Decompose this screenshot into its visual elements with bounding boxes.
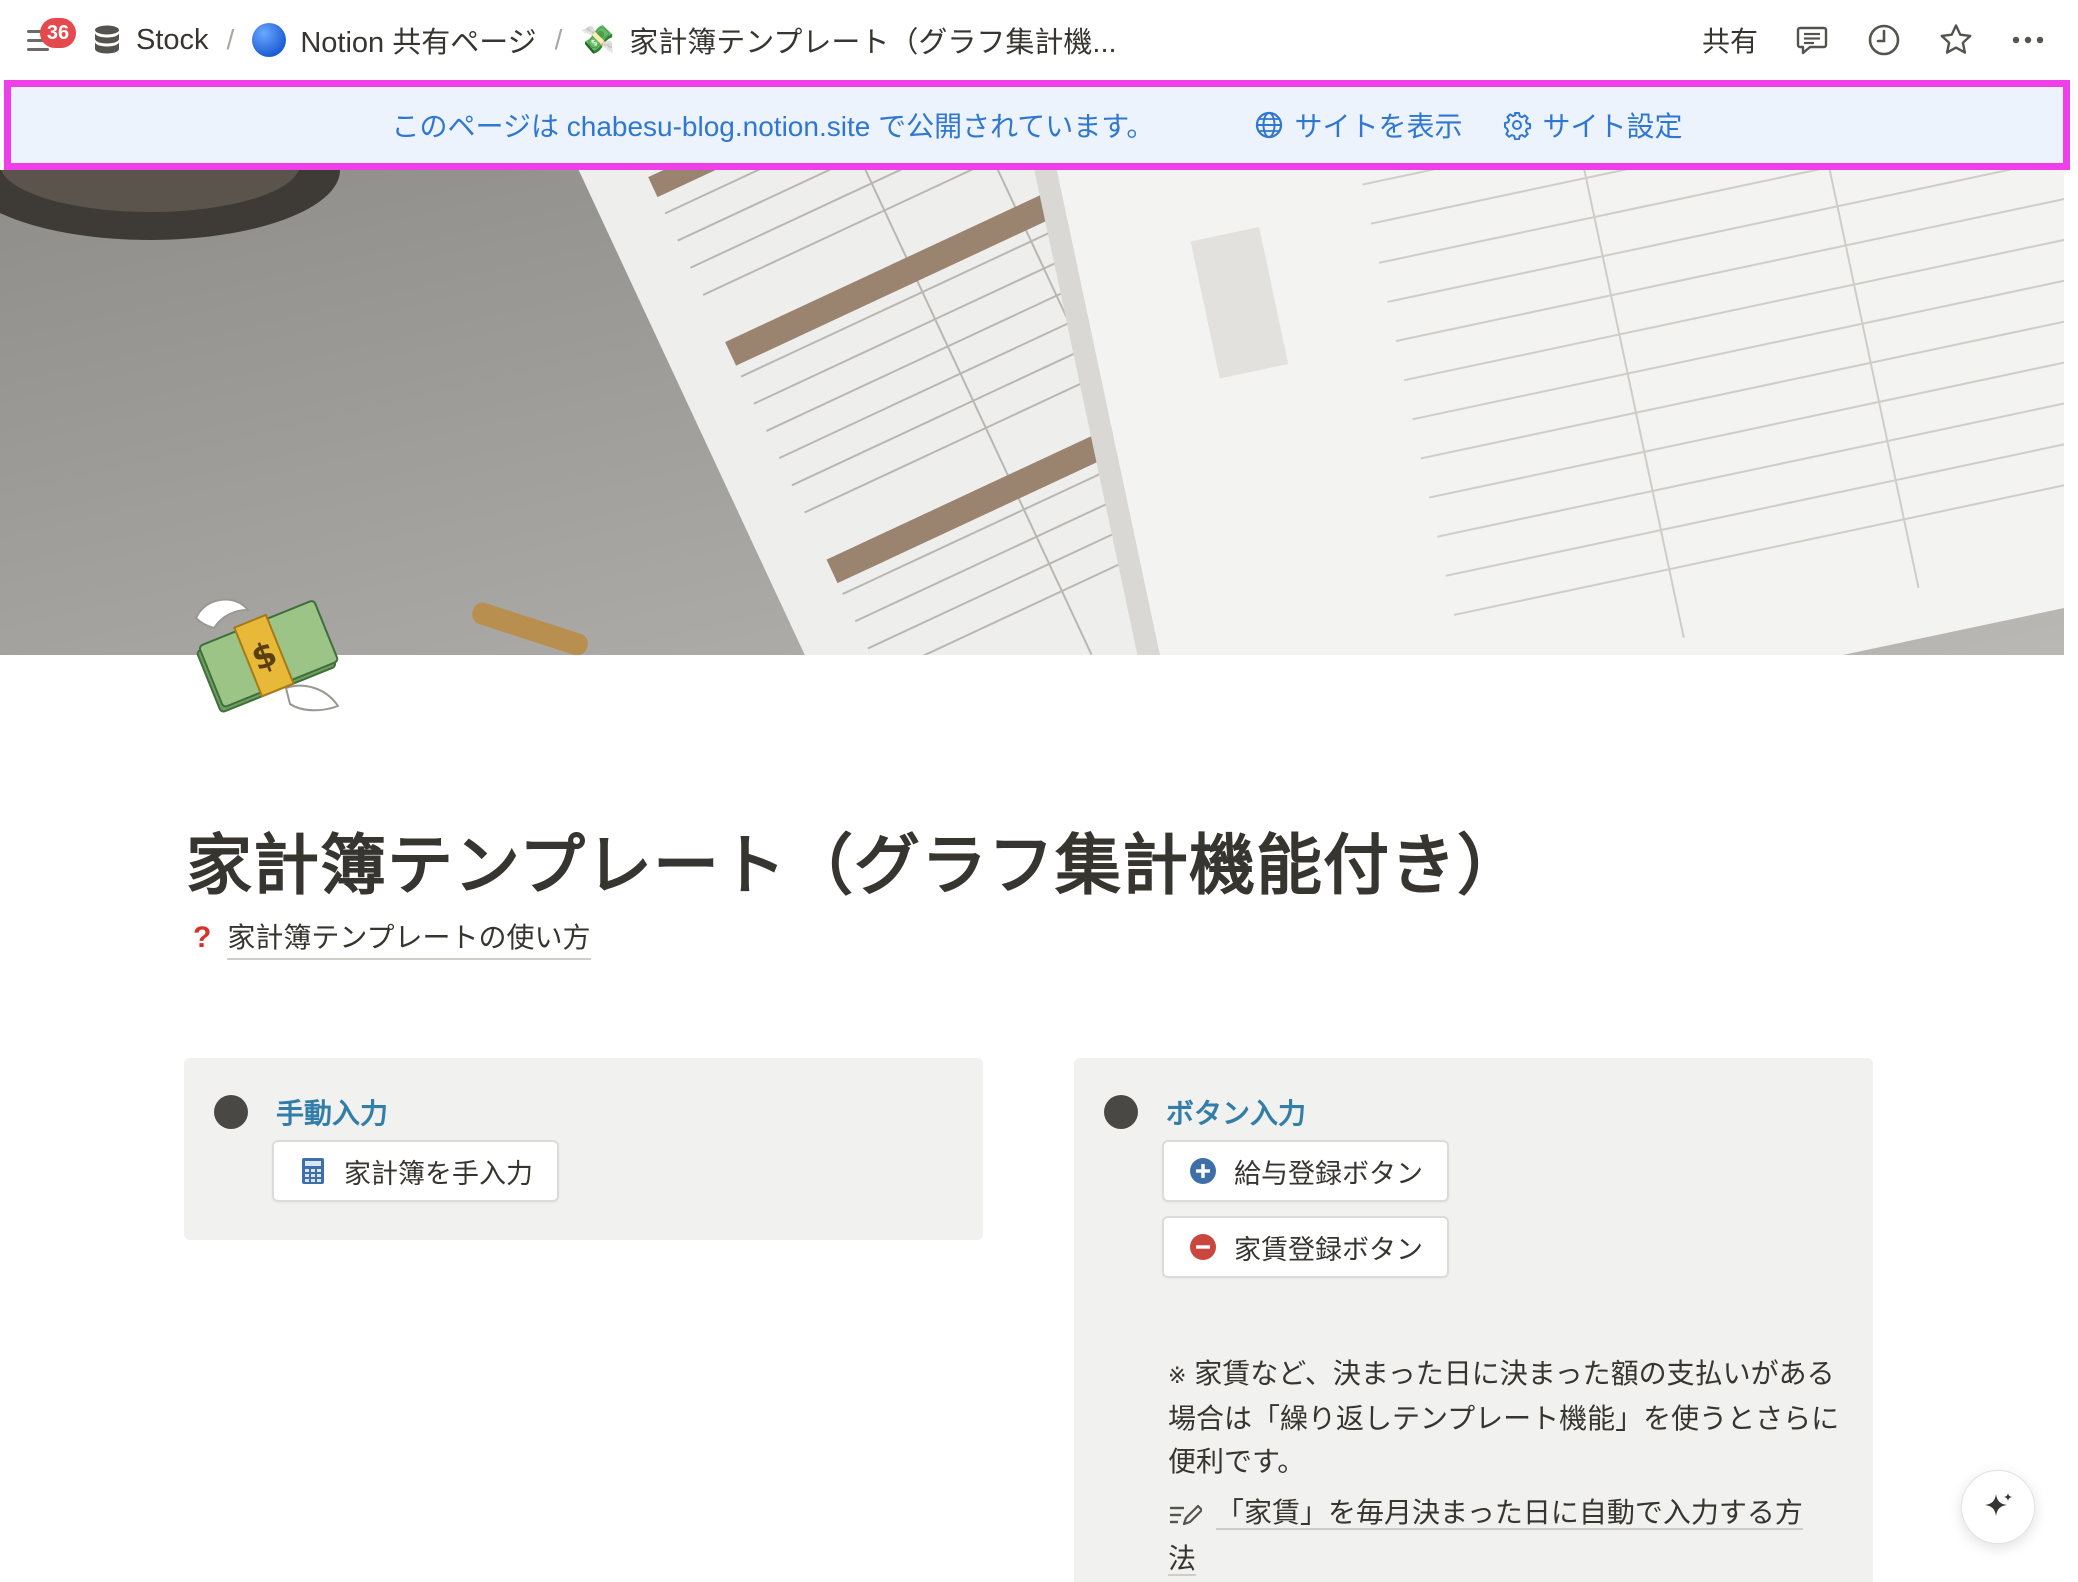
calculator-icon — [302, 1158, 324, 1184]
share-button[interactable]: 共有 — [1702, 20, 1758, 60]
button-label: 給与登録ボタン — [1234, 1158, 1423, 1189]
note-mark: ※ — [1168, 1363, 1187, 1388]
salary-register-button[interactable]: 給与登録ボタン — [1162, 1140, 1449, 1202]
gear-icon — [1504, 112, 1532, 140]
top-bar: 36 Stock / Notion 共有ページ / 💸 家計簿テンプレート（グラ… — [0, 0, 2078, 80]
notion-ai-button[interactable] — [1961, 1470, 2035, 1544]
money-with-wings-icon: 💸 — [580, 24, 616, 55]
howto-page-link[interactable]: 家計簿テンプレートの使い方 — [227, 916, 591, 960]
button-input-title: ボタン入力 — [1166, 1098, 1307, 1129]
button-label: 家賃登録ボタン — [1234, 1234, 1423, 1265]
published-banner: このページは chabesu-blog.notion.site で公開されていま… — [4, 80, 2070, 170]
black-circle-icon — [214, 1095, 248, 1129]
site-settings-link[interactable]: サイト設定 — [1502, 105, 1682, 145]
button-label: 家計簿を手入力 — [344, 1158, 533, 1189]
breadcrumb: Stock / Notion 共有ページ / 💸 家計簿テンプレート（グラフ集計… — [92, 19, 1117, 61]
manual-input-callout: 手動入力 家計簿を手入力 — [184, 1058, 983, 1240]
view-site-link[interactable]: サイトを表示 — [1254, 105, 1462, 145]
sidebar-menu-button[interactable]: 36 — [22, 18, 76, 60]
view-site-label: サイトを表示 — [1294, 111, 1463, 142]
recurring-guide-link[interactable]: 「家賃」を毎月決まった日に自動で入力する方法 — [1168, 1497, 1803, 1576]
note-text: 家賃など、決まった日に決まった額の支払いがある場合は「繰り返しテンプレート機能」… — [1168, 1358, 1840, 1477]
callout-header: ボタン入力 — [1104, 1092, 1306, 1132]
black-circle-icon — [1104, 1095, 1138, 1129]
manual-input-title: 手動入力 — [276, 1098, 389, 1129]
manual-entry-button[interactable]: 家計簿を手入力 — [272, 1140, 559, 1202]
button-input-callout: ボタン入力 給与登録ボタン 家賃登録ボタン ※ 家賃など、決まった日に決まった額… — [1074, 1058, 1873, 1582]
comment-icon — [1796, 26, 1828, 55]
more-icon — [2012, 36, 2044, 44]
site-settings-label: サイト設定 — [1542, 111, 1683, 142]
question-mark-icon: ? — [193, 921, 212, 954]
breadcrumb-label: Stock — [136, 23, 209, 56]
top-actions: 共有 — [1702, 20, 2056, 60]
breadcrumb-label: Notion 共有ページ — [300, 27, 537, 59]
money-with-wings-icon[interactable]: $ — [186, 578, 346, 718]
recurring-guide-link-row: 「家賃」を毎月決まった日に自動で入力する方法 — [1168, 1490, 1828, 1582]
minus-circle-icon — [1190, 1234, 1216, 1260]
breadcrumb-shared-pages[interactable]: Notion 共有ページ — [252, 19, 537, 61]
pencil-note-icon — [1170, 1504, 1202, 1525]
breadcrumb-separator: / — [226, 24, 235, 55]
blue-circle-icon — [252, 23, 287, 57]
clock-icon — [1868, 24, 1900, 56]
callout-header: 手動入力 — [214, 1092, 388, 1132]
breadcrumb-stock[interactable]: Stock — [92, 24, 209, 57]
recurring-template-note: ※ 家賃など、決まった日に決まった額の支払いがある場合は「繰り返しテンプレート機… — [1168, 1352, 1848, 1483]
database-icon — [92, 24, 122, 56]
breadcrumb-separator: / — [554, 24, 563, 55]
favorite-button[interactable] — [1938, 22, 1974, 58]
notification-badge: 36 — [40, 18, 76, 48]
breadcrumb-label: 家計簿テンプレート（グラフ集計機... — [629, 27, 1117, 59]
star-icon — [1940, 24, 1972, 54]
globe-icon — [1256, 111, 1283, 139]
breadcrumb-current-page[interactable]: 💸 家計簿テンプレート（グラフ集計機... — [580, 19, 1116, 61]
sparkle-icon — [1985, 1493, 2012, 1516]
rent-register-button[interactable]: 家賃登録ボタン — [1162, 1216, 1449, 1278]
updates-button[interactable] — [1866, 22, 1902, 58]
howto-link-row: ? 家計簿テンプレートの使い方 — [193, 916, 591, 960]
page-title[interactable]: 家計簿テンプレート（グラフ集計機能付き） — [186, 812, 1524, 908]
more-options-button[interactable] — [2010, 22, 2046, 58]
comments-button[interactable] — [1794, 22, 1830, 58]
published-message: このページは chabesu-blog.notion.site で公開されていま… — [391, 111, 1155, 142]
plus-circle-icon — [1190, 1158, 1216, 1184]
